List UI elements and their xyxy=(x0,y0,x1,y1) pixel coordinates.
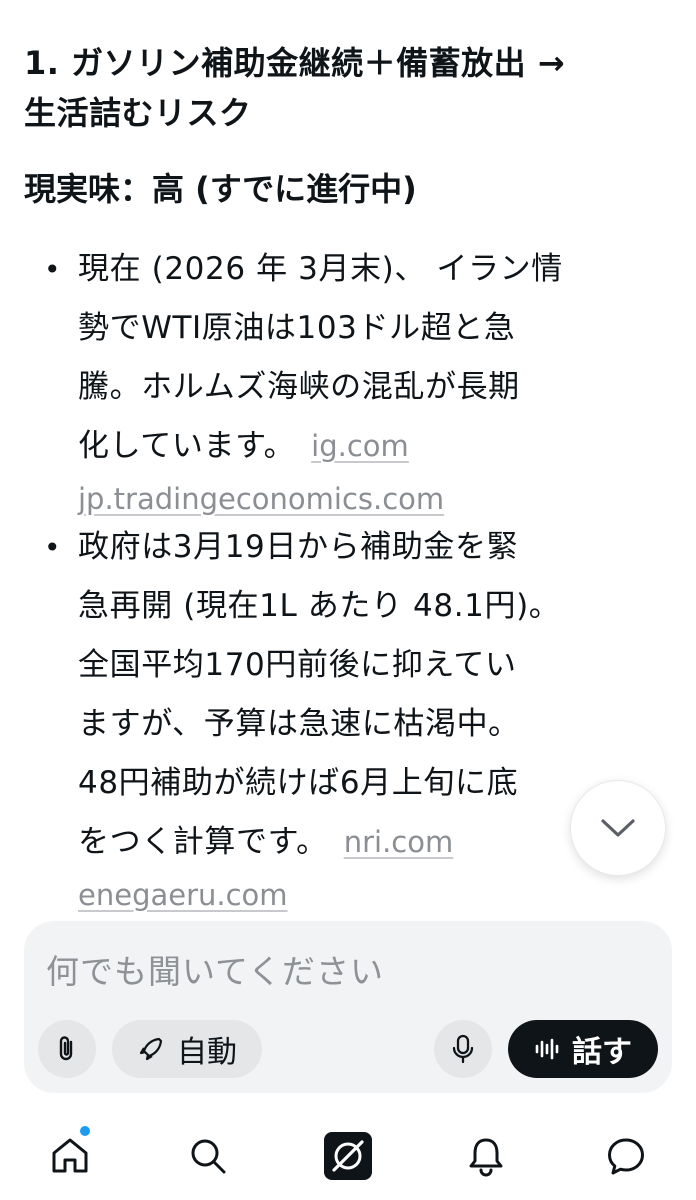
bullet-line: 政府は3月19日から補助金を緊 xyxy=(78,529,519,565)
attach-button[interactable] xyxy=(38,1020,96,1078)
bullet-line: ますが、予算は急速に枯渇中。 xyxy=(78,706,520,742)
heading-line-2: 生活詰むリスク xyxy=(24,94,252,132)
bell-icon xyxy=(469,1138,503,1177)
bullet-line: 勢でWTI原油は103ドル超と急 xyxy=(78,310,516,346)
source-link-tradingeconomics[interactable]: jp.tradingeconomics.com xyxy=(78,476,663,522)
source-link-nri[interactable]: nri.com xyxy=(344,825,454,859)
bullet-item: • 政府は3月19日から補助金を緊 急再開 (現在1L あたり 48.1円)。 … xyxy=(44,518,663,918)
nav-grok[interactable] xyxy=(320,1128,376,1184)
speak-button[interactable]: 話す xyxy=(508,1020,658,1078)
mic-button[interactable] xyxy=(434,1020,492,1078)
grok-icon xyxy=(324,1132,372,1180)
nav-notifications[interactable] xyxy=(458,1128,514,1184)
bullet-line: 騰。ホルムズ海峡の混乱が長期 xyxy=(78,369,520,405)
chevron-down-icon xyxy=(601,819,635,837)
heading-line-1: 1. ガソリン補助金継続＋備蓄放出 → xyxy=(24,44,566,82)
chat-icon xyxy=(608,1138,644,1175)
auto-mode-label: 自動 xyxy=(177,1035,237,1070)
waveform-icon xyxy=(535,1038,559,1060)
bullet-line: 全国平均170円前後に抑えてい xyxy=(78,647,517,683)
bottom-navigation xyxy=(0,1120,696,1192)
bullet-line: 急再開 (現在1L あたり 48.1円)。 xyxy=(78,588,561,624)
search-icon xyxy=(191,1139,226,1174)
home-icon xyxy=(52,1138,88,1173)
paperclip-icon xyxy=(59,1036,73,1061)
message-input[interactable] xyxy=(44,945,648,997)
speak-label: 話す xyxy=(572,1035,632,1070)
mic-icon xyxy=(452,1034,474,1064)
bullet-line: 現在 (2026 年 3月末)、 イラン情 xyxy=(78,251,563,287)
home-notification-dot xyxy=(80,1126,90,1136)
source-link-ig[interactable]: ig.com xyxy=(311,429,409,463)
source-link-enegaeru[interactable]: enegaeru.com xyxy=(78,872,663,918)
likelihood-label: 現実味：高 (すでに進行中) xyxy=(24,170,417,208)
auto-mode-button[interactable]: 自動 xyxy=(112,1020,262,1078)
bullet-line: 化しています。 ig.com xyxy=(78,428,409,464)
bullet-dot: • xyxy=(44,531,62,564)
bullet-dot: • xyxy=(44,253,62,286)
section-heading: 1. ガソリン補助金継続＋備蓄放出 → 生活詰むリスク xyxy=(24,38,684,138)
nav-search[interactable] xyxy=(180,1128,236,1184)
scroll-down-button[interactable] xyxy=(570,780,666,876)
nav-messages[interactable] xyxy=(598,1128,654,1184)
nav-home[interactable] xyxy=(42,1128,98,1184)
message-composer: 自動 話す xyxy=(24,921,672,1093)
bullet-item: • 現在 (2026 年 3月末)、 イラン情 勢でWTI原油は103ドル超と急… xyxy=(44,240,663,522)
rocket-icon xyxy=(139,1037,163,1061)
